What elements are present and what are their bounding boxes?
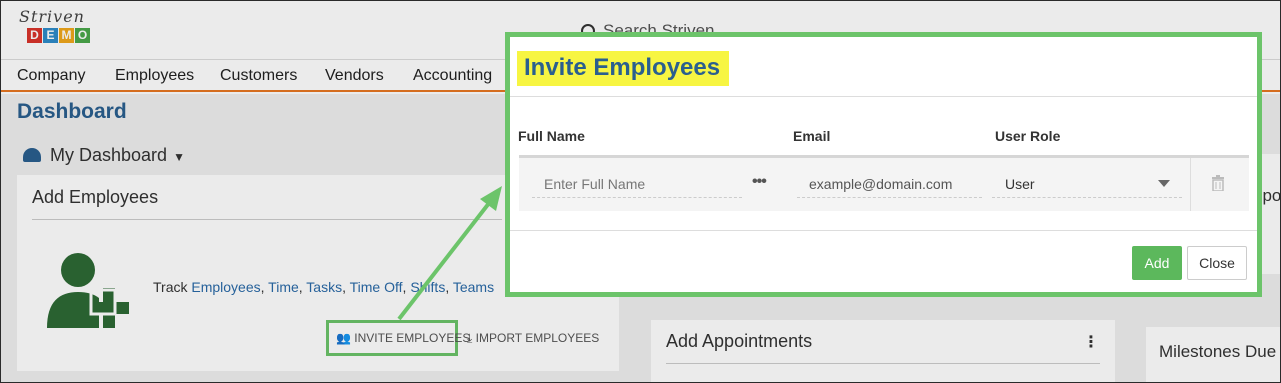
user-role-select[interactable]: User: [992, 166, 1182, 198]
column-header-full-name: Full Name: [518, 128, 585, 144]
more-options-icon[interactable]: •••: [752, 173, 767, 191]
row-divider: [1190, 158, 1191, 211]
caret-down-icon: [1158, 180, 1170, 187]
close-button[interactable]: Close: [1187, 246, 1247, 280]
column-header-user-role: User Role: [995, 128, 1061, 144]
add-button[interactable]: Add: [1132, 246, 1182, 280]
invite-row: Enter Full Name ••• example@domain.com U…: [519, 155, 1249, 211]
user-role-value: User: [1005, 176, 1035, 192]
invite-employees-modal: Invite Employees Full Name Email User Ro…: [505, 32, 1262, 297]
full-name-input[interactable]: Enter Full Name: [532, 166, 742, 198]
modal-title: Invite Employees: [517, 51, 730, 86]
modal-footer-divider: [510, 230, 1257, 231]
modal-header-divider: [510, 96, 1257, 97]
trash-icon[interactable]: [1212, 175, 1224, 191]
column-header-email: Email: [793, 128, 831, 144]
email-input[interactable]: example@domain.com: [797, 166, 982, 198]
screenshot-frame: Striven D E M O Search Striven Company E…: [0, 0, 1281, 383]
